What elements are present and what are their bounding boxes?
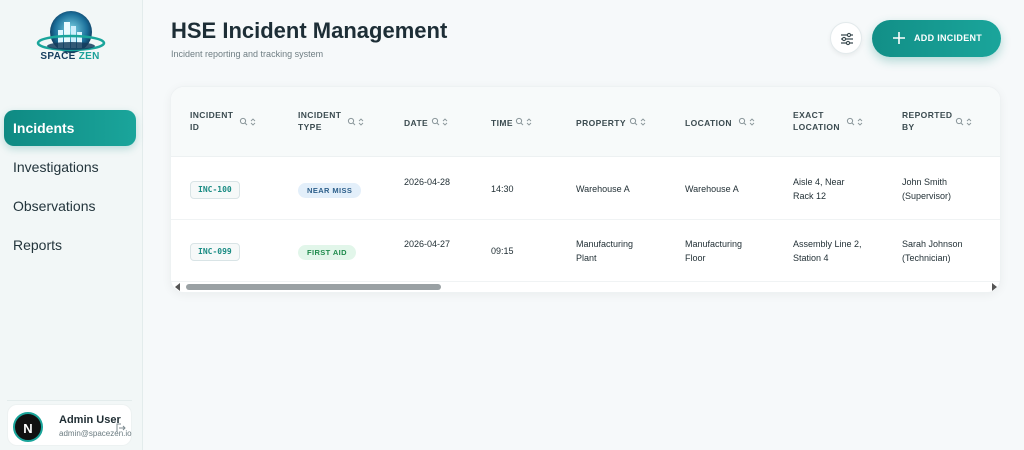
search-sort-icon[interactable] xyxy=(629,117,647,127)
reported-by-cell: John Smith (Supervisor) xyxy=(902,177,952,201)
date-cell: 2026-04-28 xyxy=(404,177,451,187)
scroll-left-arrow-icon[interactable] xyxy=(175,283,180,291)
brand-wordmark: SPACE ZEN xyxy=(0,51,140,62)
sidebar: SPACE ZEN Incidents Investigations Obser… xyxy=(0,0,143,450)
search-sort-icon[interactable] xyxy=(239,117,257,127)
incident-id-badge[interactable]: INC-099 xyxy=(190,243,240,261)
table-row[interactable]: INC-099 FIRST AID 2026-04-27 09:15 Manuf… xyxy=(171,220,1000,282)
column-header-reported-by[interactable]: REPORTED BY xyxy=(902,87,1000,157)
filter-settings-button[interactable] xyxy=(830,22,862,54)
avatar: N xyxy=(13,412,43,442)
search-sort-icon[interactable] xyxy=(515,117,533,127)
time-cell: 14:30 xyxy=(491,184,514,194)
sliders-icon xyxy=(841,32,853,46)
search-sort-icon[interactable] xyxy=(738,117,756,127)
property-cell: Manufacturing Plant xyxy=(576,239,634,263)
location-cell: Manufacturing Floor xyxy=(685,239,743,263)
sidebar-item-reports[interactable]: Reports xyxy=(4,227,136,263)
plus-icon xyxy=(893,32,905,44)
location-cell: Warehouse A xyxy=(685,184,739,194)
sidebar-nav: Incidents Investigations Observations Re… xyxy=(4,110,136,266)
horizontal-scrollbar[interactable] xyxy=(171,280,1000,292)
search-sort-icon[interactable] xyxy=(347,117,365,127)
table-row[interactable]: INC-100 NEAR MISS 2026-04-28 14:30 Wareh… xyxy=(171,158,1000,220)
column-header-incident-id[interactable]: INCIDENT ID xyxy=(190,87,290,157)
incidents-table: INCIDENT ID INCIDENT TYPE DATE TIME PROP… xyxy=(170,86,1001,293)
column-label: PROPERTY xyxy=(576,118,626,128)
table-header: INCIDENT ID INCIDENT TYPE DATE TIME PROP… xyxy=(171,87,1000,157)
column-header-time[interactable]: TIME xyxy=(491,87,571,157)
sidebar-item-observations[interactable]: Observations xyxy=(4,188,136,224)
column-label: EXACT LOCATION xyxy=(793,110,840,132)
page-title: HSE Incident Management xyxy=(171,18,448,43)
column-label: INCIDENT TYPE xyxy=(298,110,342,132)
scrollbar-thumb[interactable] xyxy=(186,284,441,290)
user-card: N Admin User admin@spacezen.io xyxy=(7,400,132,446)
exact-location-cell: Assembly Line 2, Station 4 xyxy=(793,239,862,263)
brand-name-zen: ZEN xyxy=(78,51,100,62)
add-incident-button[interactable]: ADD INCIDENT xyxy=(872,20,1001,57)
incident-id-badge[interactable]: INC-100 xyxy=(190,181,240,199)
user-name: Admin User xyxy=(59,414,121,426)
user-profile[interactable]: N Admin User admin@spacezen.io xyxy=(7,404,132,446)
property-cell: Warehouse A xyxy=(576,184,630,194)
column-header-incident-type[interactable]: INCIDENT TYPE xyxy=(298,87,398,157)
sidebar-item-investigations[interactable]: Investigations xyxy=(4,149,136,185)
time-cell: 09:15 xyxy=(491,246,514,256)
column-header-date[interactable]: DATE xyxy=(404,87,484,157)
reported-by-cell: Sarah Johnson (Technician) xyxy=(902,239,963,263)
column-label: LOCATION xyxy=(685,118,732,128)
column-header-exact-location[interactable]: EXACT LOCATION xyxy=(793,87,893,157)
logout-icon[interactable] xyxy=(116,423,126,433)
scroll-right-arrow-icon[interactable] xyxy=(992,283,997,291)
brand-name-space: SPACE xyxy=(40,51,76,62)
search-sort-icon[interactable] xyxy=(846,117,864,127)
page-subtitle: Incident reporting and tracking system xyxy=(171,49,324,59)
column-header-location[interactable]: LOCATION xyxy=(685,87,785,157)
sidebar-item-incidents[interactable]: Incidents xyxy=(4,110,136,146)
incident-type-badge: NEAR MISS xyxy=(298,183,362,198)
date-cell: 2026-04-27 xyxy=(404,239,451,249)
exact-location-cell: Aisle 4, Near Rack 12 xyxy=(793,177,845,201)
search-sort-icon[interactable] xyxy=(955,117,973,127)
add-incident-label: ADD INCIDENT xyxy=(914,33,983,43)
incident-type-badge: FIRST AID xyxy=(298,245,356,260)
column-label: REPORTED BY xyxy=(902,110,953,132)
column-header-property[interactable]: PROPERTY xyxy=(576,87,676,157)
column-label: INCIDENT ID xyxy=(190,110,234,132)
search-sort-icon[interactable] xyxy=(431,117,449,127)
